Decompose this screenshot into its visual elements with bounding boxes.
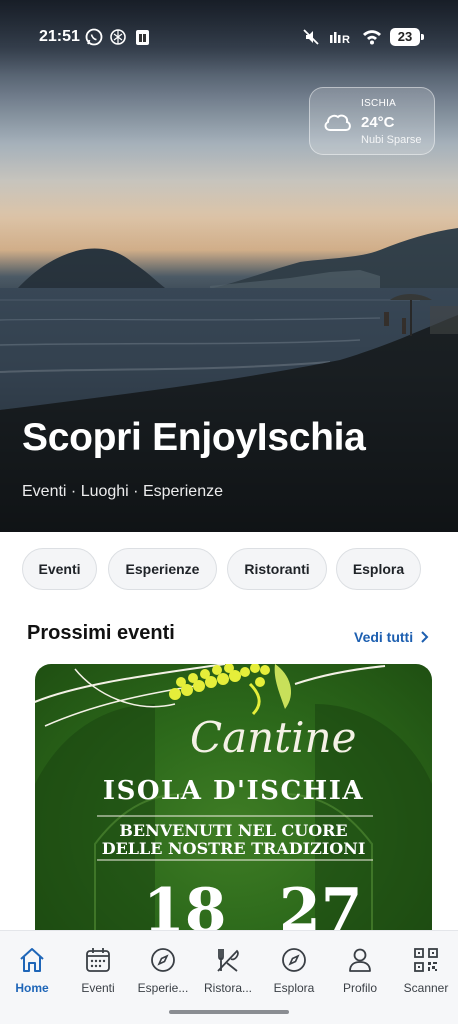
see-all-label: Vedi tutti [354, 629, 414, 645]
weather-temperature: 24°C [361, 114, 395, 131]
weather-condition: Nubi Sparse [361, 134, 422, 146]
nav-esperienze[interactable]: Esperie... [131, 945, 195, 995]
nav-esplora[interactable]: Esplora [262, 945, 326, 995]
nav-scanner[interactable]: Scanner [394, 945, 458, 995]
compass-icon [282, 948, 306, 972]
nav-eventi[interactable]: Eventi [66, 945, 130, 995]
nav-scanner-label: Scanner [403, 981, 449, 995]
home-icon [20, 948, 44, 972]
cloud-icon [324, 114, 351, 131]
qr-code-icon [414, 948, 438, 972]
chip-esplora[interactable]: Esplora [336, 548, 421, 590]
nav-ristoranti-label: Ristora... [203, 981, 252, 995]
poster-script-text: Cantine [190, 713, 357, 762]
battery-icon: 23 [390, 28, 424, 46]
poster-headline: ISOLA D'ISCHIA [102, 776, 365, 806]
mute-icon [303, 29, 319, 45]
signal-icon: R [330, 32, 350, 46]
weather-widget[interactable]: ISCHIA 24°C Nubi Sparse [309, 87, 435, 155]
chevron-right-icon [421, 631, 429, 643]
nav-profilo-label: Profilo [342, 981, 377, 995]
section-title: Prossimi eventi [27, 622, 175, 644]
event-card[interactable]: Cantine ISOLA D'ISCHIA BENVENUTI NEL CUO… [35, 664, 432, 964]
svg-text:R: R [342, 34, 350, 46]
compass-icon [151, 948, 175, 972]
sim-notification-icon [136, 30, 149, 45]
weather-location: ISCHIA [361, 98, 397, 109]
nav-esperienze-label: Esperie... [137, 981, 189, 995]
chip-esperienze[interactable]: Esperienze [108, 548, 217, 590]
nav-ristoranti[interactable]: Ristora... [196, 945, 260, 995]
nav-home[interactable]: Home [0, 945, 64, 995]
utensils-icon [217, 949, 239, 972]
nav-home-label: Home [15, 981, 49, 995]
status-time: 21:51 [39, 28, 80, 45]
calendar-icon [86, 948, 110, 972]
user-icon [349, 948, 371, 972]
chip-ristoranti[interactable]: Ristoranti [227, 548, 327, 590]
status-bar: 21:51 R 23 [0, 24, 458, 52]
home-indicator[interactable] [169, 1010, 289, 1014]
poster-tagline-1: BENVENUTI NEL CUORE [119, 821, 348, 840]
nav-profilo[interactable]: Profilo [328, 945, 392, 995]
chip-eventi[interactable]: Eventi [22, 548, 97, 590]
nav-eventi-label: Eventi [81, 981, 115, 995]
event-poster-art [35, 664, 432, 964]
nav-esplora-label: Esplora [273, 981, 315, 995]
chatgpt-icon [110, 29, 126, 45]
see-all-link[interactable]: Vedi tutti [354, 629, 429, 645]
poster-tagline-2: DELLE NOSTRE TRADIZIONI [101, 839, 366, 858]
hero-subtitle: Eventi · Luoghi · Esperienze [22, 483, 223, 500]
whatsapp-icon [85, 28, 103, 46]
hero-title: Scopri EnjoyIschia [22, 416, 366, 459]
hero-banner: 21:51 R 23 ISCHIA 24°C Nubi Sparse Scopr… [0, 0, 458, 532]
wifi-icon [363, 30, 381, 45]
